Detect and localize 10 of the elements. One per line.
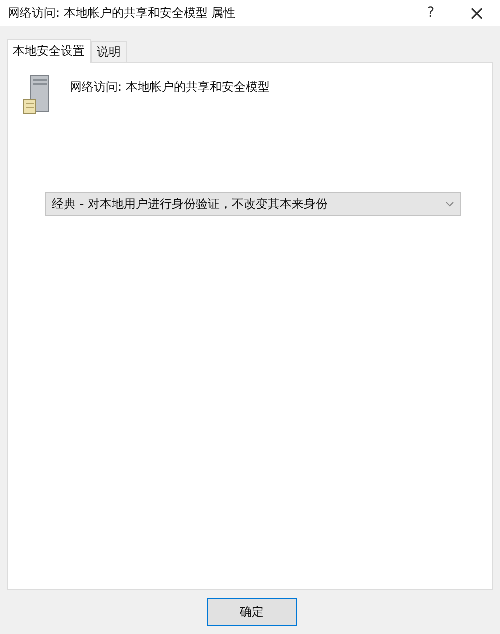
help-button[interactable]: ? <box>408 0 454 26</box>
chevron-down-icon <box>446 202 454 206</box>
server-icon <box>22 75 52 115</box>
policy-name: 网络访问: 本地帐户的共享和安全模型 <box>70 79 270 96</box>
close-button[interactable]: × <box>454 0 500 26</box>
tab[interactable]: 说明 <box>91 41 127 62</box>
window-title: 网络访问: 本地帐户的共享和安全模型 属性 <box>8 4 237 22</box>
setting-dropdown[interactable]: 经典 - 对本地用户进行身份验证，不改变其本来身份 <box>45 192 461 216</box>
ok-button[interactable]: 确定 <box>207 598 297 626</box>
tab[interactable]: 本地安全设置 <box>7 39 91 63</box>
